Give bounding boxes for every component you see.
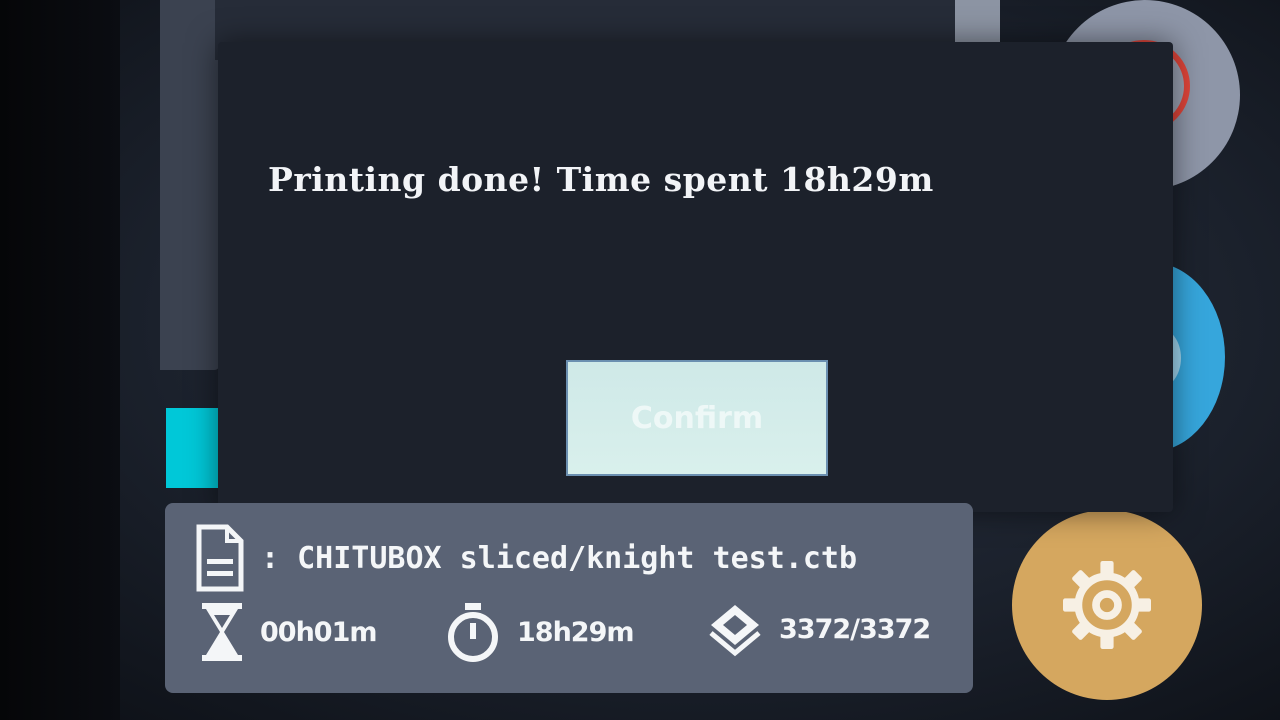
- total-time-value: 18h29m: [517, 616, 635, 648]
- total-time-stat: 18h29m: [445, 601, 635, 663]
- settings-button[interactable]: [1012, 510, 1202, 700]
- screen-bezel: [0, 0, 120, 720]
- file-name: : CHITUBOX sliced/knight test.ctb: [261, 540, 858, 576]
- print-info-panel: : CHITUBOX sliced/knight test.ctb 00h01m: [165, 503, 973, 693]
- gear-icon: [1052, 550, 1162, 660]
- file-icon: [195, 523, 245, 593]
- print-complete-dialog: Printing done! Time spent 18h29m Confirm: [218, 42, 1173, 512]
- layer-count-value: 3372/3372: [779, 613, 931, 645]
- stopwatch-icon: [445, 601, 501, 663]
- layer-count-stat: 3372/3372: [707, 601, 931, 657]
- dialog-message: Printing done! Time spent 18h29m: [268, 160, 934, 199]
- file-row: : CHITUBOX sliced/knight test.ctb: [195, 523, 857, 593]
- elapsed-time-value: 00h01m: [260, 616, 378, 648]
- printer-screen: Printing done! Time spent 18h29m Confirm…: [0, 0, 1280, 720]
- layers-icon: [707, 601, 763, 657]
- background-preview-panel: [160, 0, 220, 370]
- confirm-button-label: Confirm: [630, 400, 764, 436]
- hourglass-icon: [200, 601, 244, 663]
- elapsed-time-stat: 00h01m: [200, 601, 378, 663]
- confirm-button[interactable]: Confirm: [566, 360, 828, 476]
